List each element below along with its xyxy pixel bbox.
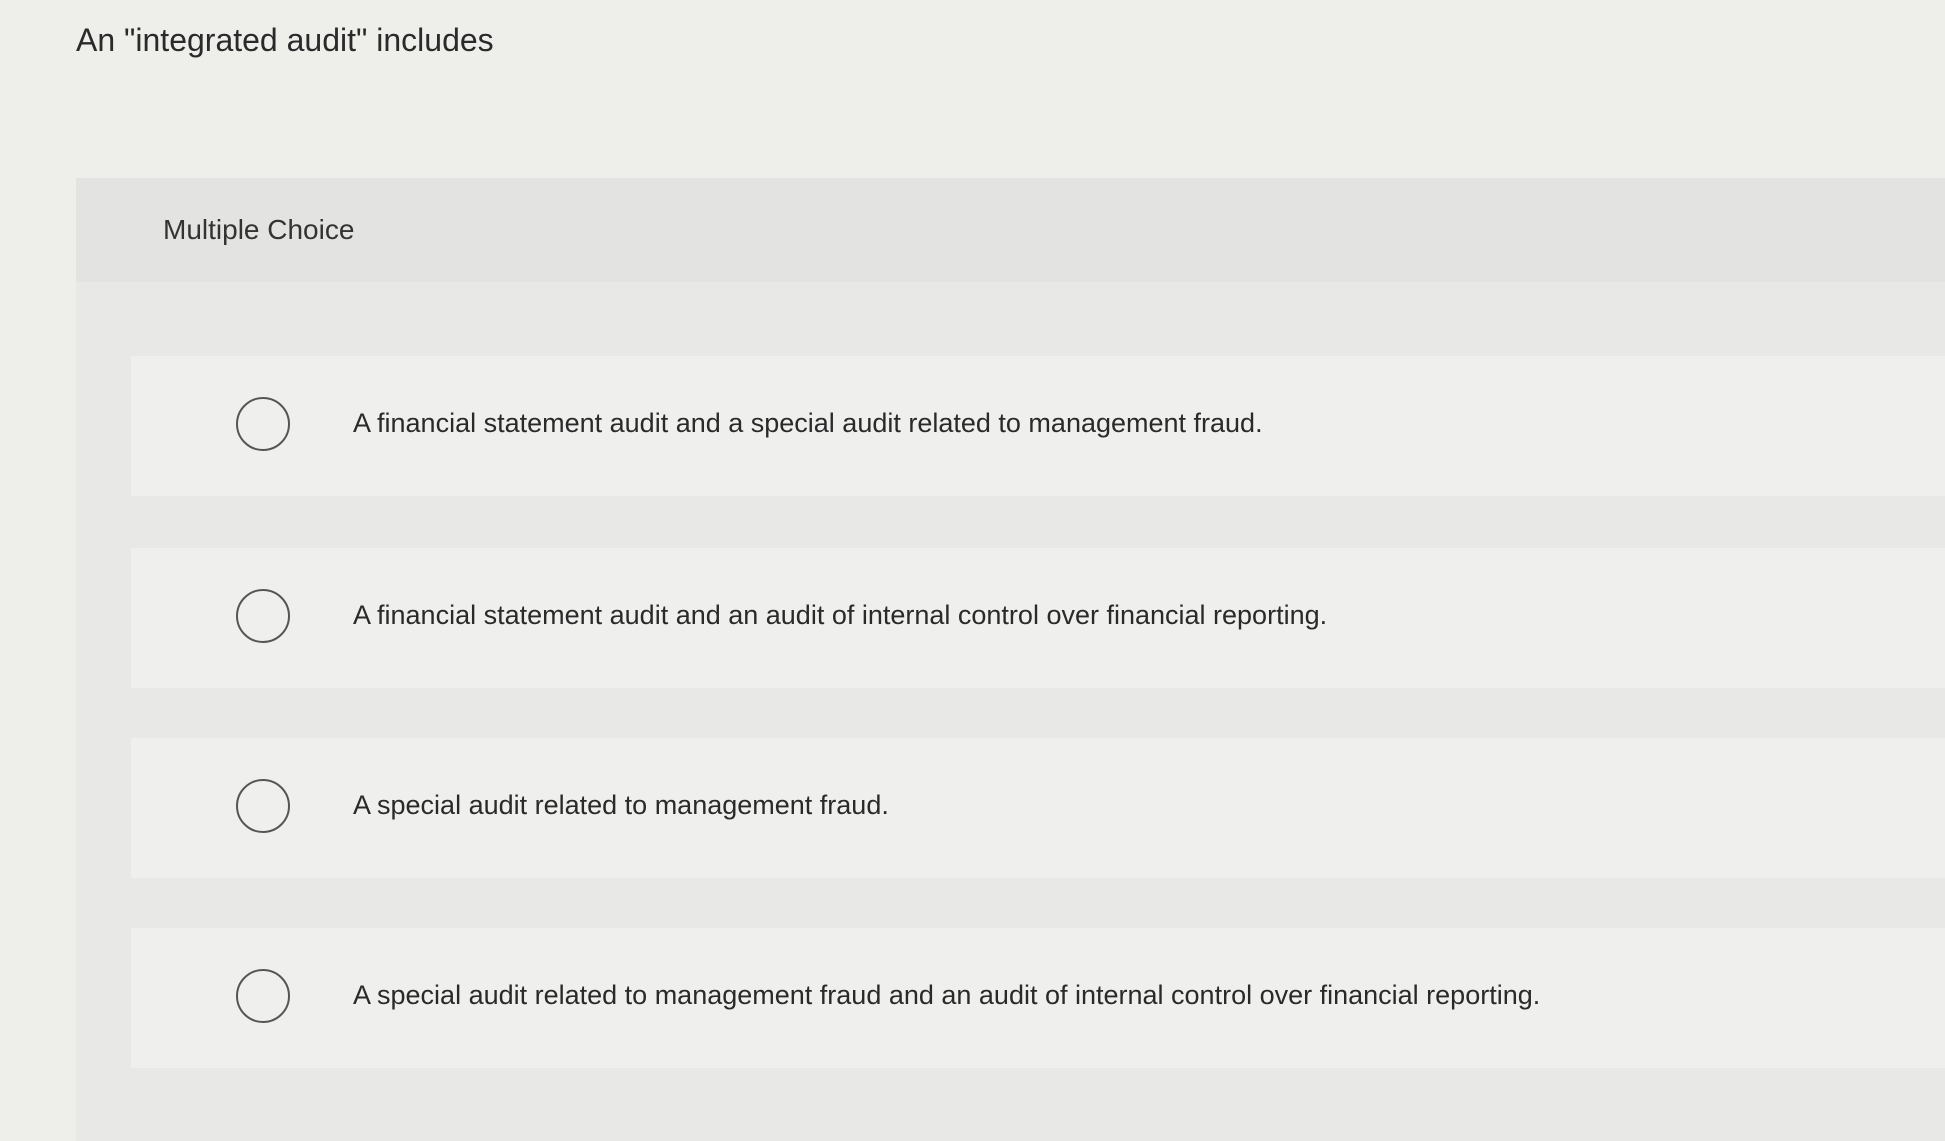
option-3[interactable]: A special audit related to management fr…: [131, 738, 1945, 878]
option-4[interactable]: A special audit related to management fr…: [131, 928, 1945, 1068]
option-text: A financial statement audit and a specia…: [353, 408, 1263, 438]
option-text: A special audit related to management fr…: [353, 790, 889, 820]
radio-button-icon[interactable]: [236, 969, 290, 1023]
option-text: A special audit related to management fr…: [353, 980, 1541, 1010]
question-text: An "integrated audit" includes: [76, 22, 494, 58]
multiple-choice-panel: Multiple Choice A financial statement au…: [76, 178, 1945, 1141]
option-1[interactable]: A financial statement audit and a specia…: [131, 356, 1945, 496]
option-2[interactable]: A financial statement audit and an audit…: [131, 548, 1945, 688]
radio-button-icon[interactable]: [236, 779, 290, 833]
multiple-choice-label: Multiple Choice: [163, 214, 355, 245]
radio-button-icon[interactable]: [236, 397, 290, 451]
radio-button-icon[interactable]: [236, 589, 290, 643]
option-text: A financial statement audit and an audit…: [353, 600, 1328, 630]
multiple-choice-header: Multiple Choice: [76, 178, 1945, 282]
